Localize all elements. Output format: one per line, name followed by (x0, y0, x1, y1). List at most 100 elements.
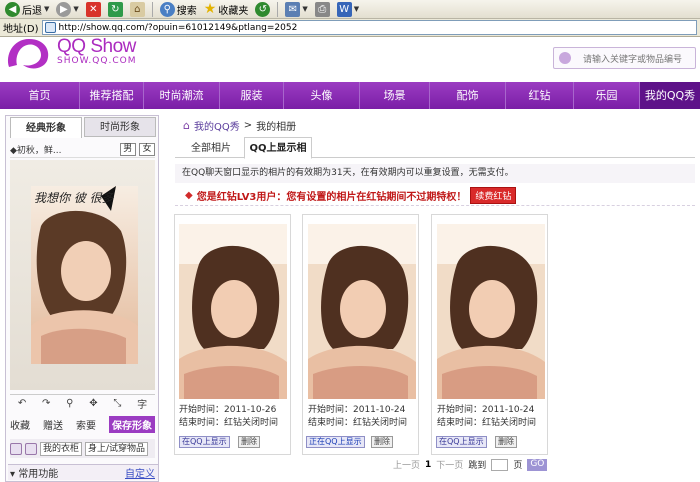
zoom-icon[interactable]: ⚲ (66, 398, 73, 409)
prev-page-link[interactable]: 上一页 (393, 458, 420, 471)
nav-recommended[interactable]: 推荐搭配 (80, 82, 144, 109)
back-label: 后退 (22, 5, 42, 17)
nav-fashion[interactable]: 时尚潮流 (144, 82, 220, 109)
url-text: http://show.qq.com/?opuin=61012149&ptlan… (58, 22, 298, 33)
logo-text[interactable]: QQ Show (57, 37, 136, 56)
customize-link[interactable]: 自定义 (125, 465, 158, 480)
common-functions: ▾ 常用功能 自定义 (8, 464, 158, 480)
nav-scene[interactable]: 场景 (360, 82, 430, 109)
search-placeholder: 请输入关键字或物品编号 (583, 54, 683, 65)
try-on-button[interactable]: 身上/试穿物品 (85, 441, 149, 456)
move-icon[interactable]: ✥ (89, 398, 97, 409)
common-functions-label[interactable]: ▾ 常用功能 (8, 465, 58, 480)
resize-icon[interactable]: ⤡ (113, 398, 121, 409)
stop-button[interactable]: ✕ (84, 1, 103, 18)
gender-toggle: 男 女 (119, 142, 155, 156)
page-icon (44, 22, 56, 33)
tab-classic-look[interactable]: 经典形象 (10, 117, 82, 138)
go-button[interactable]: GO (527, 458, 548, 471)
save-look-button[interactable]: 保存形象 (109, 416, 155, 433)
validity-notice: 在QQ聊天窗口显示的相片的有效期为31天，在有效期内可以重复设置，无需支付。 (175, 164, 695, 183)
delete-button[interactable]: 删除 (371, 436, 393, 448)
refresh-button[interactable]: ↻ (106, 1, 125, 18)
show-on-qq-button[interactable]: 在QQ上显示 (436, 436, 487, 448)
nav-avatar[interactable]: 头像 (284, 82, 360, 109)
photo-icon[interactable] (25, 442, 37, 455)
delete-button[interactable]: 删除 (238, 436, 260, 448)
url-input[interactable]: http://show.qq.com/?opuin=61012149&ptlan… (41, 20, 697, 35)
breadcrumb-my-qqshow[interactable]: 我的QQ秀 (194, 118, 240, 133)
nav-clothing[interactable]: 服装 (220, 82, 284, 109)
end-time: 结束时间：红钻关闭时间 (308, 418, 408, 428)
wardrobe-row: 我的衣柜 身上/试穿物品 (10, 439, 155, 458)
nav-accessories[interactable]: 配饰 (430, 82, 506, 109)
male-button[interactable]: 男 (119, 142, 136, 156)
delete-button[interactable]: 删除 (495, 436, 517, 448)
avatar-photo (31, 186, 138, 364)
nav-red-diamond[interactable]: 红钻 (506, 82, 574, 109)
start-time: 开始时间：2011-10-24 (308, 405, 406, 415)
redo-icon[interactable]: ↷ (42, 398, 50, 409)
vip-notice: ◆ 您是红钻LV3用户：您有设置的相片在红钻期间不过期特权！ 续费红钻 (175, 185, 695, 206)
back-button[interactable]: ◀ 后退 ▼ (3, 1, 51, 18)
person-icon[interactable] (10, 442, 22, 455)
mail-button[interactable]: ✉ ▼ (283, 1, 309, 18)
photo-caption: 我想你 彼 很多 (34, 191, 114, 205)
nav-home[interactable]: 首页 (0, 82, 80, 109)
refresh-icon: ↻ (107, 1, 123, 17)
current-page: 1 (425, 459, 432, 470)
text-tool-icon[interactable]: 字 (137, 396, 147, 411)
print-button[interactable]: ⎙ (313, 1, 332, 18)
album-photo[interactable] (308, 224, 416, 399)
album-photo[interactable] (437, 224, 545, 399)
nav-my-qqshow[interactable]: 我的QQ秀 (640, 82, 700, 109)
next-page-link[interactable]: 下一页 (436, 458, 463, 471)
photo-dates: 开始时间：2011-10-24 结束时间：红钻关闭时间 (308, 404, 407, 430)
nav-paradise[interactable]: 乐园 (574, 82, 640, 109)
search-label: 搜索 (176, 5, 197, 17)
showing-on-qq-button[interactable]: 正在QQ上显示 (306, 436, 365, 448)
magnifier-icon: ⚲ (159, 1, 175, 17)
page-number-input[interactable] (491, 458, 509, 471)
end-time: 结束时间：红钻关闭时间 (179, 418, 279, 428)
favorites-button[interactable]: ★ 收藏夹 (202, 1, 251, 18)
edit-button[interactable]: W ▼ (335, 1, 361, 18)
forward-arrow-icon: ▶ (56, 1, 72, 17)
forward-button[interactable]: ▶ ▼ (54, 1, 80, 18)
search-button[interactable]: ⚲ 搜索 (158, 1, 199, 18)
wardrobe-button[interactable]: 我的衣柜 (40, 441, 83, 456)
page-label: 页 (513, 461, 523, 471)
dropdown-caret-icon: ▼ (44, 5, 50, 13)
show-on-qq-button[interactable]: 在QQ上显示 (179, 436, 230, 448)
start-time: 开始时间：2011-10-24 (437, 405, 535, 415)
history-button[interactable]: ↺ (253, 1, 272, 18)
toolbar-separator (151, 1, 153, 17)
home-button[interactable]: ⌂ (128, 1, 147, 18)
request-button[interactable]: 索要 (76, 417, 96, 432)
breadcrumb-current: 我的相册 (256, 122, 297, 133)
collect-button[interactable]: 收藏 (10, 417, 30, 432)
printer-icon: ⎙ (314, 1, 330, 17)
undo-icon[interactable]: ↶ (18, 398, 26, 409)
main-nav: 首页 推荐搭配 时尚潮流 服装 头像 场景 配饰 红钻 乐园 我的QQ秀 (0, 82, 700, 109)
breadcrumb: ⌂ 我的QQ秀 > 我的相册 (183, 118, 296, 133)
outfit-selector[interactable]: ◆初秋，鲜... 男 女 (10, 141, 155, 158)
avatar-actions: 收藏 赠送 索要 保存形象 (10, 415, 155, 434)
outfit-name: ◆初秋，鲜... (10, 145, 62, 156)
jump-label: 跳到 (468, 461, 487, 471)
toolbar-separator (277, 1, 279, 17)
renew-red-diamond-button[interactable]: 续费红钻 (470, 186, 517, 204)
logo-subtext: SHOW.QQ.COM (57, 56, 137, 66)
album-photo[interactable] (179, 224, 287, 399)
tab-fashion-look[interactable]: 时尚形象 (84, 117, 156, 137)
vip-notice-text: 您是红钻LV3用户：您有设置的相片在红钻期间不过期特权！ (196, 191, 467, 203)
item-search-input[interactable]: 请输入关键字或物品编号 (553, 47, 696, 69)
favorites-label: 收藏夹 (218, 5, 249, 17)
gift-button[interactable]: 赠送 (43, 417, 63, 432)
star-icon: ★ (203, 1, 217, 17)
female-button[interactable]: 女 (139, 142, 155, 156)
tab-all-photos[interactable]: 全部相片 (181, 140, 241, 158)
qqshow-logo-icon[interactable] (5, 37, 53, 73)
tab-qq-album[interactable]: QQ上显示相册 (244, 137, 312, 176)
home-icon: ⌂ (129, 1, 145, 17)
